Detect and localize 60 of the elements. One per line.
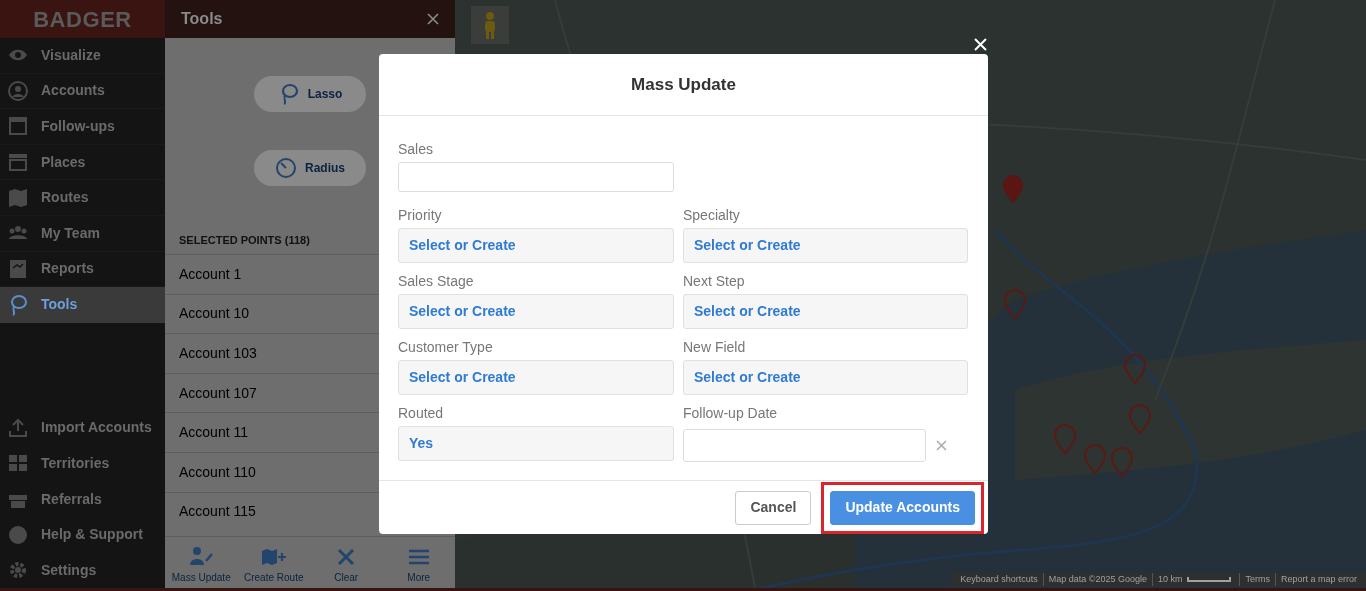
account-item[interactable]: Account 11 bbox=[179, 422, 248, 444]
nav-item[interactable]: Settings bbox=[0, 552, 165, 588]
field-label: Customer Type bbox=[398, 338, 493, 357]
dialog-button[interactable]: Update Accounts bbox=[830, 490, 975, 525]
clear-icon[interactable] bbox=[936, 440, 947, 451]
toolbar-button[interactable]: More bbox=[382, 537, 455, 588]
map-attribution-link[interactable]: 10 km bbox=[1151, 572, 1188, 587]
select-field[interactable]: Select or Create bbox=[398, 294, 674, 329]
field-label: Next Step bbox=[683, 272, 745, 291]
map-icon bbox=[7, 186, 29, 209]
field-label: New Field bbox=[683, 338, 746, 357]
account-item[interactable]: Account 107 bbox=[179, 382, 257, 404]
tool-button[interactable]: Radius bbox=[254, 150, 366, 186]
nav-item[interactable]: Help & Support bbox=[0, 516, 165, 553]
dialog-button[interactable]: Cancel bbox=[735, 490, 812, 525]
field-label: Routed bbox=[398, 404, 444, 423]
map-attribution-link[interactable]: Report a map error bbox=[1274, 572, 1362, 587]
street-view-button[interactable] bbox=[471, 6, 509, 44]
section-header: SELECTED POINTS (118) bbox=[179, 232, 310, 248]
account-item[interactable]: Account 10 bbox=[179, 303, 250, 325]
select-field[interactable]: Select or Create bbox=[398, 360, 674, 395]
field-label: Sales bbox=[398, 140, 434, 159]
select-field[interactable]: Select or Create bbox=[683, 228, 968, 263]
field-label: Follow-up Date bbox=[683, 404, 778, 423]
chart-icon bbox=[7, 257, 29, 280]
select-field[interactable]: Select or Create bbox=[398, 228, 674, 263]
dialog-title: Mass Update bbox=[631, 73, 736, 96]
map-attribution-link[interactable]: Keyboard shortcuts bbox=[955, 572, 1043, 587]
map-attribution-link[interactable]: Terms bbox=[1239, 572, 1275, 587]
account-item[interactable]: Account 115 bbox=[179, 501, 256, 523]
toolbar-button[interactable]: Mass Update bbox=[165, 537, 238, 588]
input-field[interactable] bbox=[398, 162, 674, 192]
person-circle-icon bbox=[7, 79, 29, 102]
tool-button[interactable]: Lasso bbox=[254, 76, 366, 112]
logo: BADGER bbox=[33, 5, 132, 34]
radius-icon bbox=[275, 157, 297, 179]
account-item[interactable]: Account 103 bbox=[179, 343, 257, 364]
nav-item[interactable]: Territories bbox=[0, 445, 165, 482]
select-field[interactable]: Yes bbox=[398, 426, 674, 461]
nav-item[interactable]: Tools bbox=[0, 287, 165, 323]
toolbar-button[interactable]: Create Route bbox=[237, 537, 310, 588]
nav-item[interactable]: Import Accounts bbox=[0, 410, 165, 446]
toolbar-button[interactable]: Clear bbox=[310, 537, 383, 588]
field-label: Sales Stage bbox=[398, 272, 474, 291]
map-attribution-link[interactable]: Map data ©2025 Google bbox=[1042, 572, 1152, 587]
nav-item[interactable]: Referrals bbox=[0, 481, 165, 517]
panel-title: Tools bbox=[181, 9, 223, 29]
date-field[interactable] bbox=[683, 429, 926, 462]
field-label: Specialty bbox=[683, 206, 740, 225]
select-field[interactable]: Select or Create bbox=[683, 360, 968, 395]
account-item[interactable]: Account 1 bbox=[179, 263, 242, 285]
scale-bar bbox=[1187, 577, 1232, 582]
select-field[interactable]: Select or Create bbox=[683, 294, 968, 329]
account-item[interactable]: Account 110 bbox=[179, 461, 256, 483]
calendar-icon bbox=[7, 115, 29, 138]
storefront-icon bbox=[7, 151, 29, 174]
person-icon bbox=[482, 11, 498, 39]
upload-icon bbox=[7, 416, 29, 439]
close-icon[interactable] bbox=[427, 13, 439, 25]
field-label: Priority bbox=[398, 206, 442, 225]
